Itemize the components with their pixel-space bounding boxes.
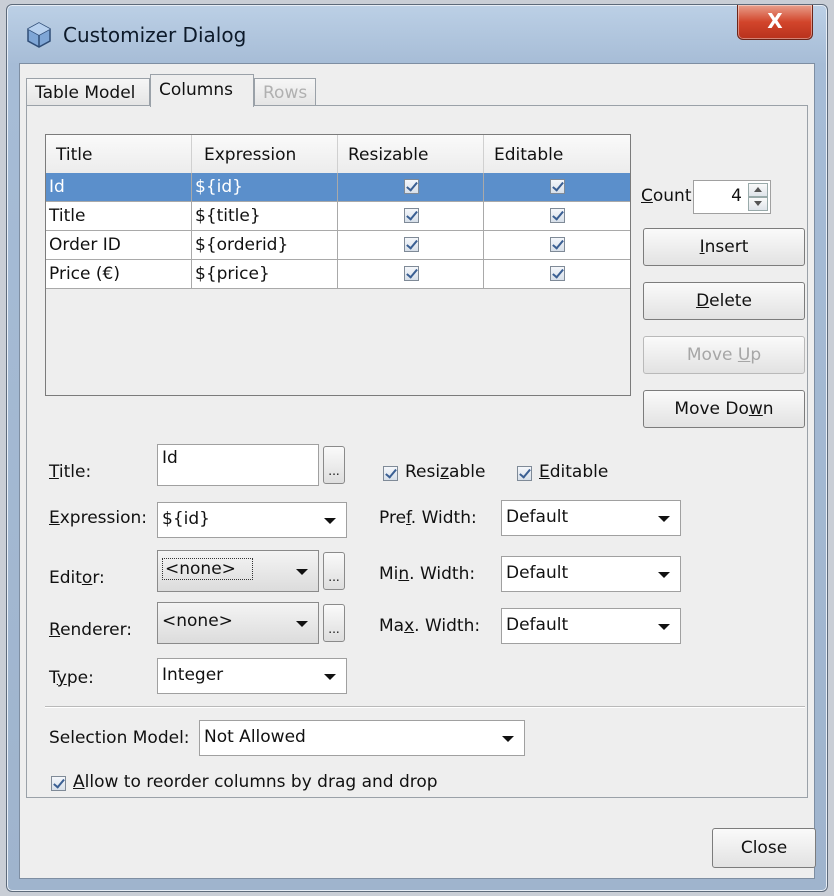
cell-expression: ${orderid} [192,231,338,259]
cell-resizable [338,260,484,288]
resizable-checkbox[interactable] [404,179,419,194]
title-bar[interactable]: Customizer Dialog X [7,5,827,63]
column-header-editable[interactable]: Editable [484,135,630,173]
editor-value: <none> [162,558,253,580]
cell-editable [484,260,630,288]
table-row[interactable]: Title ${title} [46,202,630,231]
resizable-checkbox[interactable] [404,237,419,252]
cell-title: Order ID [46,231,192,259]
title-label: Title: [49,462,92,482]
columns-panel: Title Expression Resizable Editable Id $… [26,105,808,798]
cell-title: Title [46,202,192,230]
window-close-button[interactable]: X [737,5,813,40]
resizable-checkbox[interactable] [404,208,419,223]
expression-label: Expression: [49,508,148,528]
column-header-resizable[interactable]: Resizable [338,135,484,173]
max-width-label: Max. Width: [379,616,481,636]
dropdown-arrow-icon [658,624,670,630]
resizable-checkbox-label[interactable]: Resizable [405,462,485,482]
min-width-combobox[interactable]: Default [501,556,681,592]
editable-checkbox[interactable] [550,208,565,223]
cell-editable [484,173,630,201]
reorder-checkbox[interactable] [51,776,66,791]
editor-browse-button[interactable]: ... [323,552,345,590]
columns-table[interactable]: Title Expression Resizable Editable Id $… [45,134,631,396]
dropdown-arrow-icon [324,674,336,680]
renderer-label: Renderer: [49,620,133,640]
cell-editable [484,202,630,230]
spin-down-icon[interactable] [748,197,768,211]
min-width-label: Min. Width: [379,564,476,584]
max-width-value: Default [506,615,569,635]
count-value: 4 [731,186,742,206]
max-width-combobox[interactable]: Default [501,608,681,644]
column-header-title[interactable]: Title [46,135,192,173]
table-header: Title Expression Resizable Editable [46,135,630,174]
dropdown-arrow-icon [658,516,670,522]
cell-resizable [338,231,484,259]
editable-checkbox[interactable] [550,179,565,194]
dropdown-arrow-icon [658,572,670,578]
section-divider [45,706,805,708]
renderer-value: <none> [162,611,233,631]
renderer-combobox[interactable]: <none> [157,602,319,644]
spin-up-icon[interactable] [748,183,768,197]
reorder-label[interactable]: Allow to reorder columns by drag and dro… [73,772,438,792]
move-up-button[interactable]: Move Up [643,336,805,374]
title-browse-button[interactable]: ... [323,446,345,484]
insert-button[interactable]: Insert [643,228,805,266]
editable-checkbox[interactable] [550,266,565,281]
delete-button[interactable]: Delete [643,282,805,320]
editable-checkbox[interactable] [550,237,565,252]
expression-value: ${id} [162,509,210,529]
table-row[interactable]: Order ID ${orderid} [46,231,630,260]
cell-editable [484,231,630,259]
dropdown-arrow-icon [502,736,514,742]
cell-title: Price (€) [46,260,192,288]
dialog-client-area: Table Model Columns Rows Title Expressio… [19,63,816,879]
count-spinner[interactable]: 4 [693,180,771,214]
renderer-browse-button[interactable]: ... [323,604,345,642]
expression-combobox[interactable]: ${id} [157,502,347,538]
dialog-window: Customizer Dialog X Table Model Columns … [6,4,828,892]
tab-table-model[interactable]: Table Model [26,78,150,106]
editor-label: Editor: [49,568,105,588]
tab-columns[interactable]: Columns [150,74,254,107]
editable-checkbox-input[interactable] [517,466,532,481]
move-down-button[interactable]: Move Down [643,390,805,428]
dropdown-arrow-icon [324,518,336,524]
table-row[interactable]: Id ${id} [46,173,630,202]
dropdown-arrow-icon [296,621,308,627]
cube-icon [27,22,51,48]
cell-expression: ${id} [192,173,338,201]
selection-model-combobox[interactable]: Not Allowed [199,720,525,756]
window-title: Customizer Dialog [63,23,247,47]
cell-expression: ${price} [192,260,338,288]
cell-resizable [338,173,484,201]
column-header-expression[interactable]: Expression [192,135,338,173]
pref-width-label: Pref. Width: [379,508,477,528]
dropdown-arrow-icon [296,569,308,575]
type-label: Type: [49,668,94,688]
pref-width-combobox[interactable]: Default [501,500,681,536]
pref-width-value: Default [506,507,569,527]
table-row[interactable]: Price (€) ${price} [46,260,630,289]
selection-model-value: Not Allowed [204,727,306,747]
cell-title: Id [46,173,192,201]
editable-checkbox-label[interactable]: Editable [539,462,608,482]
min-width-value: Default [506,563,569,583]
close-button[interactable]: Close [712,828,816,868]
title-field[interactable]: Id [157,444,319,486]
type-combobox[interactable]: Integer [157,658,347,694]
editor-combobox[interactable]: <none> [157,550,319,592]
cell-expression: ${title} [192,202,338,230]
resizable-checkbox[interactable] [404,266,419,281]
resizable-checkbox-input[interactable] [383,466,398,481]
type-value: Integer [162,665,224,685]
cell-resizable [338,202,484,230]
selection-model-label: Selection Model: [49,728,190,748]
tab-rows[interactable]: Rows [254,78,316,106]
count-label: Count: [641,186,698,206]
